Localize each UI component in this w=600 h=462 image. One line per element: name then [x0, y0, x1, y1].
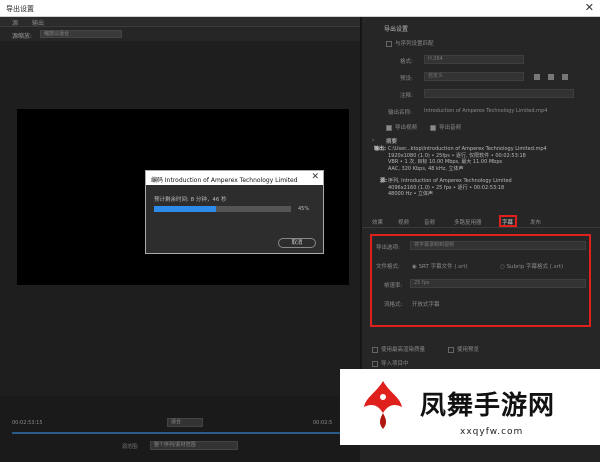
- preset-select[interactable]: 自定义: [424, 72, 524, 81]
- frame-rate-label: 帧速率:: [384, 283, 403, 289]
- encoding-status: 预计剩余时间: 8 分钟，46 秒: [154, 197, 227, 203]
- timeline-scrubber[interactable]: [12, 432, 348, 434]
- watermark: 凤舞手游网 xxqyfw.com: [340, 369, 600, 445]
- preview-tabs: 源 输出: [0, 17, 360, 27]
- save-preset-icon[interactable]: [534, 74, 540, 80]
- stream-format-label: 流格式:: [384, 302, 403, 308]
- match-sequence-label: 与序列设置匹配: [395, 41, 434, 47]
- format-label: 格式:: [400, 59, 413, 65]
- encoding-progress-bar: [154, 206, 291, 212]
- summary-source-block: 序列, Introduction of Amperex Technology L…: [388, 178, 512, 198]
- summary-line: 48000 Hz • 立体声: [388, 191, 434, 198]
- stream-format-value[interactable]: 开放式字幕: [412, 300, 440, 308]
- file-format-opt1-label: SRT 字幕文件 (.srt): [418, 264, 468, 270]
- encoding-percent: 45%: [298, 206, 310, 212]
- summary-source-label: 源:: [380, 178, 387, 185]
- output-name-link[interactable]: Introduction of Amperex Technology Limit…: [424, 108, 547, 114]
- watermark-logo: [364, 381, 402, 429]
- close-icon[interactable]: ✕: [311, 172, 319, 182]
- output-name-label: 输出名称:: [388, 110, 412, 116]
- max-render-label: 使用最高渲染质量: [381, 347, 426, 353]
- import-preset-icon[interactable]: [548, 74, 554, 80]
- tab-source[interactable]: 源: [12, 18, 18, 27]
- timecode-in: 00:02:53:15: [12, 420, 43, 426]
- encoding-dialog-body: 预计剩余时间: 8 分钟，46 秒 45% 取消: [146, 185, 323, 253]
- file-format-radio-2[interactable]: ○ Subrip 字幕格式 (.srt): [500, 262, 563, 270]
- checkbox-icon[interactable]: [448, 346, 454, 353]
- export-settings-header: 导出设置: [384, 26, 409, 33]
- summary-line: AAC, 320 Kbps, 48 kHz, 立体声: [388, 165, 464, 172]
- tab-multiplexer[interactable]: 多路复用器: [454, 218, 482, 226]
- close-icon[interactable]: ✕: [585, 1, 594, 14]
- source-range-label: 源范围:: [122, 444, 139, 450]
- preset-label: 预设:: [400, 76, 413, 82]
- encoding-dialog-title: 编码 Introduction of Amperex Technology Li…: [146, 171, 323, 185]
- settings-tabs: 效果 视频 音频 多路复用器 字幕 发布: [362, 214, 600, 228]
- title-bar: 导出设置 ✕: [0, 0, 600, 17]
- use-preview-checkbox[interactable]: 使用预览: [448, 345, 479, 353]
- export-settings-window: 导出设置 ✕ 源 输出 源缩放: 缩放以适合 00:02:53:15 适合 00…: [0, 0, 600, 462]
- import-project-checkbox[interactable]: 导入项目中: [372, 359, 409, 367]
- source-range-select[interactable]: 整个序列/素材范围: [150, 441, 238, 450]
- source-label: 源:: [380, 178, 387, 184]
- export-option-select[interactable]: 将字幕录制到视频: [410, 241, 586, 250]
- file-format-radio-1[interactable]: ◉ SRT 字幕文件 (.srt): [412, 262, 468, 270]
- use-preview-label: 使用预览: [457, 347, 480, 353]
- frame-rate-select[interactable]: 25 fps: [410, 279, 586, 288]
- import-project-label: 导入项目中: [381, 361, 409, 367]
- encoding-dialog: 编码 Introduction of Amperex Technology Li…: [145, 170, 324, 254]
- max-render-checkbox[interactable]: 使用最高渲染质量: [372, 345, 425, 353]
- watermark-url: xxqyfw.com: [460, 427, 524, 437]
- tab-video[interactable]: 视频: [398, 218, 409, 226]
- summary-line: 序列, Introduction of Amperex Technology L…: [388, 178, 512, 184]
- cancel-button[interactable]: 取消: [278, 238, 316, 248]
- checkbox-icon[interactable]: [386, 124, 392, 131]
- tab-output[interactable]: 输出: [32, 18, 44, 27]
- checkbox-icon[interactable]: [372, 360, 378, 367]
- format-select[interactable]: H.264: [424, 55, 524, 64]
- match-sequence-checkbox[interactable]: 与序列设置匹配: [386, 39, 434, 47]
- captions-tab-highlight: [499, 215, 517, 227]
- export-video-label: 导出视频: [395, 125, 418, 131]
- encoding-progress-fill: [154, 206, 216, 212]
- window-title: 导出设置: [6, 5, 34, 13]
- source-scale-bar: 源缩放: 缩放以适合: [0, 27, 360, 41]
- timecode-out: 00:02:5: [313, 420, 333, 426]
- source-scale-label: 源缩放:: [12, 33, 33, 40]
- checkbox-icon[interactable]: [430, 124, 436, 131]
- summary-line: VBR • 1 次, 目标 10.00 Mbps, 最大 11.00 Mbps: [388, 159, 503, 166]
- checkbox-icon[interactable]: [372, 346, 378, 353]
- summary-line: C:\User...ktop\Introduction of Amperex T…: [388, 146, 547, 152]
- delete-preset-icon[interactable]: [562, 74, 568, 80]
- watermark-name: 凤舞手游网: [420, 391, 556, 421]
- tab-audio[interactable]: 音频: [424, 218, 435, 226]
- comment-input[interactable]: [424, 89, 574, 98]
- summary-output-block: C:\User...ktop\Introduction of Amperex T…: [388, 146, 547, 172]
- file-format-label: 文件格式:: [376, 264, 400, 270]
- summary-header: 摘要: [386, 139, 398, 145]
- tab-effects[interactable]: 效果: [372, 218, 383, 226]
- summary-output-label: 输出:: [374, 146, 386, 153]
- source-scale-select[interactable]: 缩放以适合: [40, 30, 122, 38]
- file-format-opt2-label: Subrip 字幕格式 (.srt): [506, 264, 564, 270]
- export-audio-label: 导出音频: [439, 125, 462, 131]
- tab-publish[interactable]: 发布: [530, 218, 541, 226]
- output-label: 输出:: [374, 146, 386, 152]
- summary-chevron-icon[interactable]: ›: [372, 137, 374, 144]
- export-option-label: 导出选项:: [376, 245, 400, 251]
- checkbox-icon[interactable]: [386, 40, 392, 47]
- export-video-checkbox[interactable]: 导出视频: [386, 123, 417, 131]
- comment-label: 注释:: [400, 93, 413, 99]
- export-audio-checkbox[interactable]: 导出音频: [430, 123, 461, 131]
- captions-settings-highlight: 导出选项: 将字幕录制到视频 文件格式: ◉ SRT 字幕文件 (.srt) ○…: [370, 234, 591, 327]
- timeline-area: 00:02:53:15 适合 00:02:5 源范围: 整个序列/素材范围: [0, 396, 360, 462]
- fit-select[interactable]: 适合: [167, 418, 203, 427]
